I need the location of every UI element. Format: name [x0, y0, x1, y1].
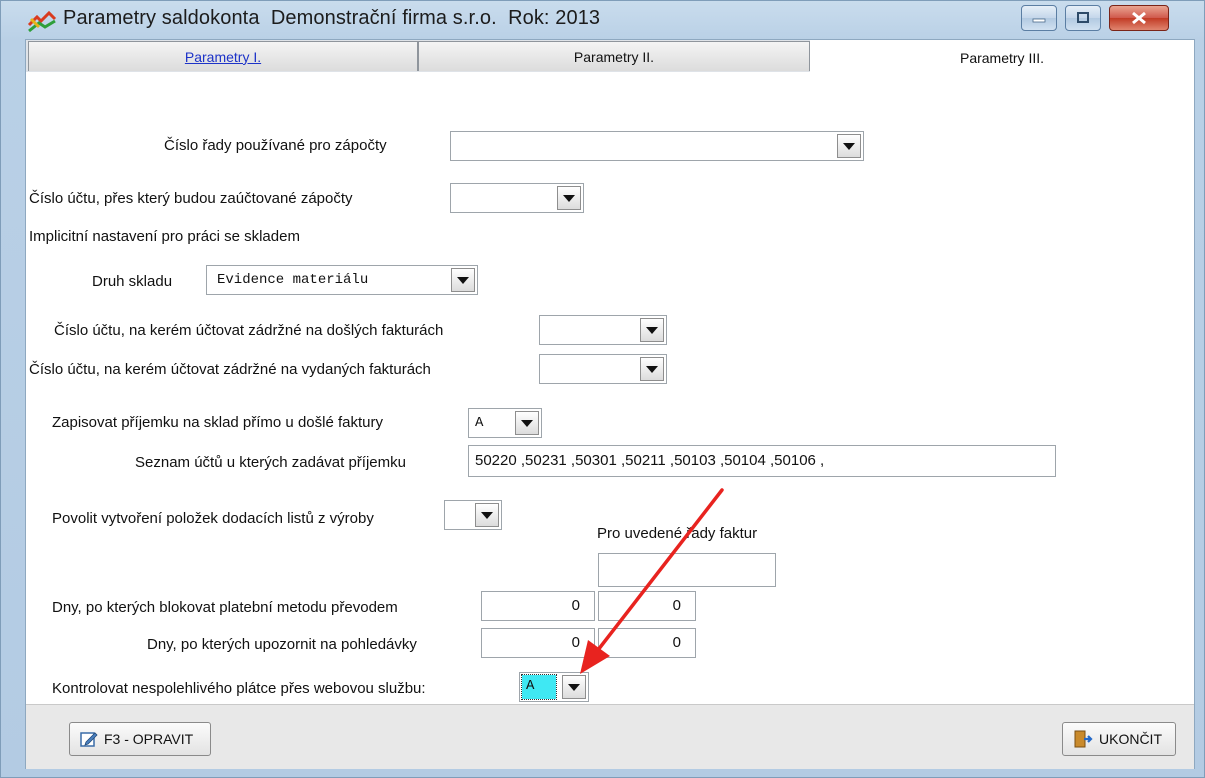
- zadrzne-vydanych-dropdown-arrow[interactable]: [640, 357, 664, 381]
- blokovat-label: Dny, po kterých blokovat platební metodu…: [52, 599, 398, 616]
- prijemka-value: A: [475, 415, 484, 431]
- zadrzne-vydanych-combo[interactable]: [539, 354, 667, 384]
- chevron-down-icon: [646, 326, 658, 334]
- druh-skladu-label: Druh skladu: [92, 273, 173, 290]
- zadrzne-doslych-combo[interactable]: [539, 315, 667, 345]
- rada-dropdown-arrow[interactable]: [837, 134, 861, 158]
- close-button[interactable]: [1109, 5, 1169, 31]
- chevron-down-icon: [457, 276, 469, 284]
- exit-door-icon: [1074, 730, 1093, 748]
- dodaci-listy-combo[interactable]: [444, 500, 502, 530]
- upozornit-input-1[interactable]: 0: [481, 628, 595, 658]
- chevron-down-icon: [646, 365, 658, 373]
- kontrola-value: A: [521, 674, 557, 700]
- chevron-down-icon: [563, 194, 575, 202]
- kontrola-label: Kontrolovat nespolehlivého plátce přes w…: [52, 680, 426, 697]
- chevron-down-icon: [521, 419, 533, 427]
- sklad-section-heading: Implicitní nastavení pro práci se sklade…: [29, 228, 300, 245]
- chevron-down-icon: [481, 511, 493, 519]
- zadrzne-doslych-label: Číslo účtu, na kerém účtovat zádržné na …: [54, 322, 444, 339]
- ucet-zapocty-label: Číslo účtu, přes který budou zaúčtované …: [29, 190, 353, 207]
- dodaci-listy-dropdown-arrow[interactable]: [475, 503, 499, 527]
- exit-button[interactable]: UKONČIT: [1062, 722, 1176, 756]
- tab-strip: Parametry I. Parametry II. Parametry III…: [26, 40, 1194, 73]
- upozornit-label: Dny, po kterých upozornit na pohledávky: [147, 636, 417, 653]
- exit-button-label: UKONČIT: [1099, 731, 1162, 747]
- dodaci-listy-label: Povolit vytvoření položek dodacích listů…: [52, 510, 374, 527]
- kontrola-combo[interactable]: A: [519, 672, 589, 702]
- rada-combo[interactable]: [450, 131, 864, 161]
- rada-label: Číslo řady používané pro zápočty: [164, 137, 387, 154]
- rady-faktur-input[interactable]: [598, 553, 776, 587]
- druh-skladu-value: Evidence materiálu: [217, 272, 369, 288]
- zadrzne-vydanych-label: Číslo účtu, na kerém účtovat zádržné na …: [29, 361, 431, 378]
- maximize-button[interactable]: [1065, 5, 1101, 31]
- seznam-uctu-label: Seznam účtů u kterých zadávat příjemku: [135, 454, 406, 471]
- upozornit-input-2[interactable]: 0: [598, 628, 696, 658]
- dialog-client-area: Parametry I. Parametry II. Parametry III…: [25, 39, 1195, 769]
- minimize-icon: [1032, 18, 1046, 23]
- chevron-down-icon: [568, 683, 580, 691]
- kontrola-dropdown-arrow[interactable]: [562, 675, 586, 699]
- window-title: Parametry saldokonta Demonstrační firma …: [63, 7, 601, 29]
- zadrzne-doslych-dropdown-arrow[interactable]: [640, 318, 664, 342]
- druh-skladu-dropdown-arrow[interactable]: [451, 268, 475, 292]
- druh-skladu-combo[interactable]: Evidence materiálu: [206, 265, 478, 295]
- tab-parametry-1[interactable]: Parametry I.: [28, 41, 418, 71]
- title-bar[interactable]: Parametry saldokonta Demonstrační firma …: [1, 1, 1205, 39]
- window-frame: Parametry saldokonta Demonstrační firma …: [0, 0, 1205, 778]
- close-icon: [1132, 11, 1146, 25]
- prijemka-combo[interactable]: A: [468, 408, 542, 438]
- prijemka-label: Zapisovat příjemku na sklad přímo u došl…: [52, 414, 383, 431]
- prijemka-dropdown-arrow[interactable]: [515, 411, 539, 435]
- minimize-button[interactable]: [1021, 5, 1057, 31]
- bottom-toolbar: F3 - OPRAVIT UKONČIT: [26, 704, 1194, 769]
- tab-parametry-2[interactable]: Parametry II.: [418, 41, 810, 71]
- edit-icon: [80, 732, 98, 747]
- edit-button[interactable]: F3 - OPRAVIT: [69, 722, 211, 756]
- seznam-uctu-value: 50220 ,50231 ,50301 ,50211 ,50103 ,50104…: [475, 452, 825, 469]
- ucet-zapocty-dropdown-arrow[interactable]: [557, 186, 581, 210]
- app-icon: [27, 11, 57, 33]
- seznam-uctu-input[interactable]: 50220 ,50231 ,50301 ,50211 ,50103 ,50104…: [468, 445, 1056, 477]
- tab-parametry-3[interactable]: Parametry III.: [810, 40, 1194, 73]
- blokovat-input-2[interactable]: 0: [598, 591, 696, 621]
- ucet-zapocty-combo[interactable]: [450, 183, 584, 213]
- blokovat-input-1[interactable]: 0: [481, 591, 595, 621]
- chevron-down-icon: [843, 142, 855, 150]
- edit-button-label: F3 - OPRAVIT: [104, 731, 194, 747]
- restore-icon: [1077, 12, 1089, 23]
- rady-faktur-label: Pro uvedené řady faktur: [597, 525, 758, 542]
